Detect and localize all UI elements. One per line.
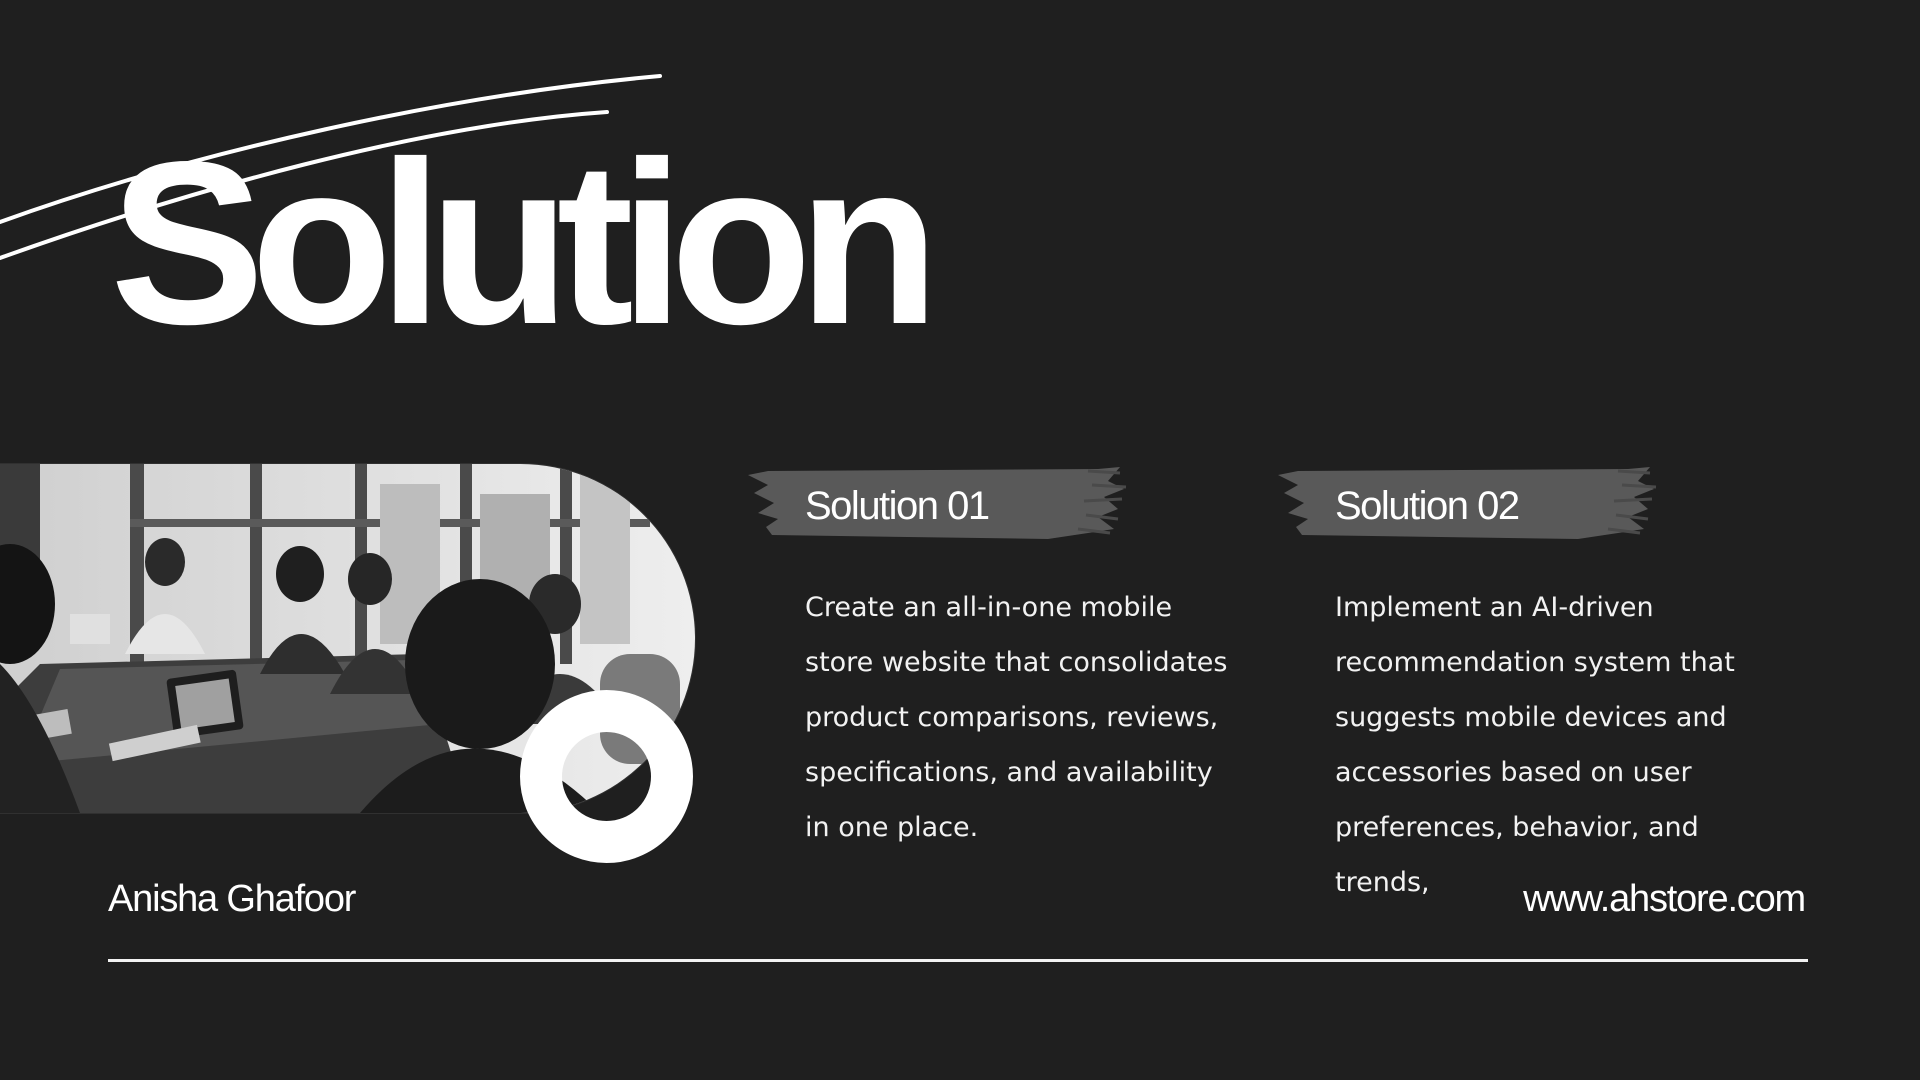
solution-02-title: Solution 02	[1335, 484, 1520, 528]
ring-decoration	[520, 690, 693, 863]
solution-02-text: Implement an AI-driven recommendation sy…	[1335, 592, 1735, 898]
website-link[interactable]: www.ahstore.com	[1523, 878, 1806, 921]
page-title: Solution	[110, 114, 940, 373]
solution-01-heading-block: Solution 01	[748, 463, 1128, 549]
solution-02-heading-block: Solution 02	[1278, 463, 1658, 549]
solution-01-title: Solution 01	[805, 484, 990, 528]
bottom-divider	[108, 959, 1808, 962]
solution-01-text: Create an all-in-one mobile store websit…	[805, 592, 1228, 843]
author-name: Anisha Ghafoor	[108, 878, 356, 920]
